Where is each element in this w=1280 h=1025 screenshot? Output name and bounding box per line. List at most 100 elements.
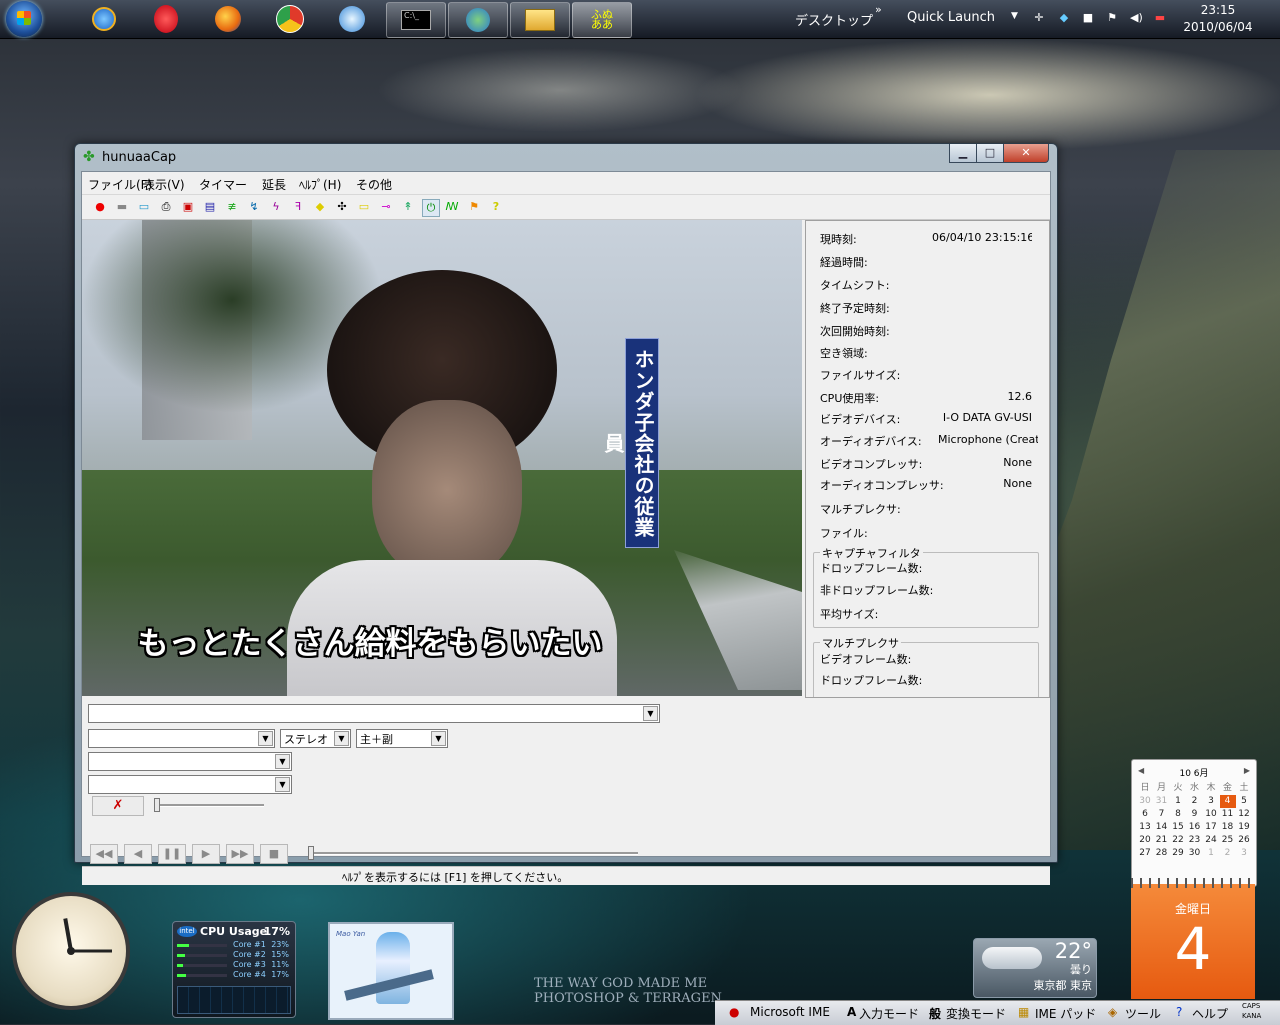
clock-date[interactable]: 2010/06/04 — [1183, 20, 1253, 34]
stop-icon[interactable]: ▬ — [114, 199, 130, 215]
help-icon[interactable]: ? — [488, 199, 504, 215]
stereo-combo[interactable]: ステレオ ▼ — [280, 729, 351, 748]
graph-icon[interactable]: ↯ — [246, 199, 262, 215]
record-icon[interactable]: ● — [92, 199, 108, 215]
cpu-meter-gadget[interactable]: intel CPU Usage 17% Core #1 23% Core #2 15… — [172, 921, 296, 1018]
minimize-button[interactable]: ▁ — [949, 144, 977, 163]
help-circle-icon[interactable]: ? — [1176, 1005, 1182, 1019]
calendar-day[interactable]: 9 — [1187, 808, 1203, 821]
calendar-day[interactable]: 3 — [1203, 795, 1219, 808]
calendar-day[interactable]: 14 — [1154, 821, 1170, 834]
menu-timer[interactable]: タイマー — [199, 176, 247, 193]
calendar-day[interactable]: 26 — [1236, 834, 1252, 847]
convert-mode-icon[interactable]: 般 — [929, 1005, 941, 1022]
rewind-fast-button[interactable]: ◀◀ — [90, 844, 118, 864]
run-icon[interactable]: ꟿ — [444, 199, 460, 215]
calendar-day[interactable]: 23 — [1187, 834, 1203, 847]
audio-device-combo[interactable]: ▼ — [88, 775, 292, 794]
calendar-gadget[interactable]: ◀ 10 6月 ▶ 日月火水木金土 30 31 1 2 3 4 5 6 7 8 9 10 11 12 13 14… — [1131, 759, 1257, 887]
calendar-day[interactable]: 11 — [1220, 808, 1236, 821]
calendar-day[interactable]: 21 — [1154, 834, 1170, 847]
calendar-day[interactable]: 1 — [1203, 847, 1219, 860]
calendar-day[interactable]: 8 — [1170, 808, 1186, 821]
input-combo[interactable]: ▼ — [88, 729, 275, 748]
itunes-taskbar-button[interactable] — [324, 3, 380, 35]
play-button[interactable]: ▶ — [192, 844, 220, 864]
video-preview[interactable]: ホンダ子会社の従業員 もっとたくさん給料をもらいたい — [82, 220, 802, 696]
monitor-icon[interactable]: ▤ — [202, 199, 218, 215]
config-icon[interactable]: ꟻ — [290, 199, 306, 215]
help-button[interactable]: ヘルプ — [1192, 1005, 1228, 1022]
chevron-down-icon[interactable]: ▼ — [275, 754, 290, 769]
clock-time[interactable]: 23:15 — [1183, 3, 1253, 17]
chevron-down-icon[interactable]: ▼ — [643, 706, 658, 721]
calendar-day[interactable]: 22 — [1170, 834, 1186, 847]
step-back-button[interactable]: ◀ — [124, 844, 152, 864]
calendar-day[interactable]: 6 — [1137, 808, 1153, 821]
pause-button[interactable]: ❚❚ — [158, 844, 186, 864]
seek-slider[interactable] — [308, 852, 638, 855]
calendar-day[interactable]: 24 — [1203, 834, 1219, 847]
calendar-day[interactable]: 13 — [1137, 821, 1153, 834]
calendar-day[interactable]: 31 — [1154, 795, 1170, 808]
video-device-combo[interactable]: ▼ — [88, 752, 292, 771]
window-titlebar[interactable]: ✤ hunuaaCap ▁ □ ✕ — [75, 144, 1057, 170]
calendar-day[interactable]: 2 — [1220, 847, 1236, 860]
input-mode-icon[interactable]: A — [847, 1005, 856, 1019]
ime-icon[interactable]: ● — [729, 1005, 739, 1019]
firefox-taskbar-button[interactable] — [200, 3, 256, 35]
ime-name[interactable]: Microsoft IME — [750, 1005, 830, 1019]
calendar-day[interactable]: 27 — [1137, 847, 1153, 860]
chevron-down-icon[interactable]: ▼ — [1011, 11, 1018, 21]
tool-icon[interactable]: ↟ — [400, 199, 416, 215]
photo-slideshow-gadget[interactable]: Mao Yan — [328, 922, 454, 1020]
window-icon[interactable]: ▭ — [136, 199, 152, 215]
calendar-day[interactable]: 2 — [1187, 795, 1203, 808]
calendar-day[interactable]: 20 — [1137, 834, 1153, 847]
calendar-day[interactable]: 30 — [1137, 795, 1153, 808]
volume-slider[interactable] — [154, 804, 264, 807]
menu-help[interactable]: ﾍﾙﾌﾟ(H) — [299, 176, 341, 193]
flag-tool-icon[interactable]: ⚑ — [466, 199, 482, 215]
desktop-toolbar-label[interactable]: デスクトップ — [795, 10, 873, 29]
screen-icon[interactable]: ▭ — [356, 199, 372, 215]
calendar-day[interactable]: 28 — [1154, 847, 1170, 860]
calendar-day[interactable]: 1 — [1170, 795, 1186, 808]
audio-channel-combo[interactable]: 主＋副 ▼ — [356, 729, 448, 748]
calendar-day[interactable]: 5 — [1236, 795, 1252, 808]
calendar-day[interactable]: 7 — [1154, 808, 1170, 821]
menu-extend[interactable]: 延長 — [262, 176, 286, 193]
dropbox-tray-icon[interactable]: ◆ — [1058, 12, 1070, 24]
chrome-taskbar-button[interactable] — [262, 3, 318, 35]
remove-hardware-tray-icon[interactable]: ▬ — [1154, 12, 1166, 24]
tools-button[interactable]: ツール — [1125, 1005, 1161, 1022]
expand-icon[interactable]: ✣ — [334, 199, 350, 215]
settings-icon[interactable]: ϟ — [268, 199, 284, 215]
calendar-day-page[interactable]: 金曜日 4 — [1131, 878, 1255, 999]
calendar-day[interactable]: 10 — [1203, 808, 1219, 821]
ie-taskbar-button[interactable] — [76, 3, 132, 35]
input-mode-button[interactable]: 入力モード — [859, 1005, 919, 1022]
link-icon[interactable]: ⊸ — [378, 199, 394, 215]
channel-combo[interactable]: ▼ — [88, 704, 660, 723]
chevron-down-icon[interactable]: ▼ — [431, 731, 446, 746]
filter-icon[interactable]: ≢ — [224, 199, 240, 215]
seek-slider-thumb[interactable] — [308, 846, 314, 860]
calendar-day[interactable]: 16 — [1187, 821, 1203, 834]
volume-slider-thumb[interactable] — [154, 798, 160, 812]
chevron-down-icon[interactable]: ▼ — [334, 731, 349, 746]
folder-tool-icon[interactable]: ◆ — [312, 199, 328, 215]
menu-other[interactable]: その他 — [356, 176, 392, 193]
security-tray-icon[interactable]: ■ — [1082, 12, 1094, 24]
ime-pad-icon[interactable]: ▦ — [1018, 1005, 1029, 1019]
hunuaacap-taskbar-button[interactable]: ふぬ ああ — [572, 2, 632, 38]
flag-tray-icon[interactable]: ⚑ — [1106, 12, 1118, 24]
calendar-next-icon[interactable]: ▶ — [1244, 766, 1250, 775]
print-icon[interactable]: ⎙ — [158, 199, 174, 215]
chevron-right-icon[interactable]: » — [875, 3, 882, 16]
calendar-day[interactable]: 18 — [1220, 821, 1236, 834]
volume-tray-icon[interactable]: ◀) — [1130, 12, 1143, 24]
opera-taskbar-button[interactable] — [138, 3, 194, 35]
close-button[interactable]: ✕ — [1003, 144, 1049, 163]
cmd-taskbar-button[interactable]: C:\_ — [386, 2, 446, 38]
